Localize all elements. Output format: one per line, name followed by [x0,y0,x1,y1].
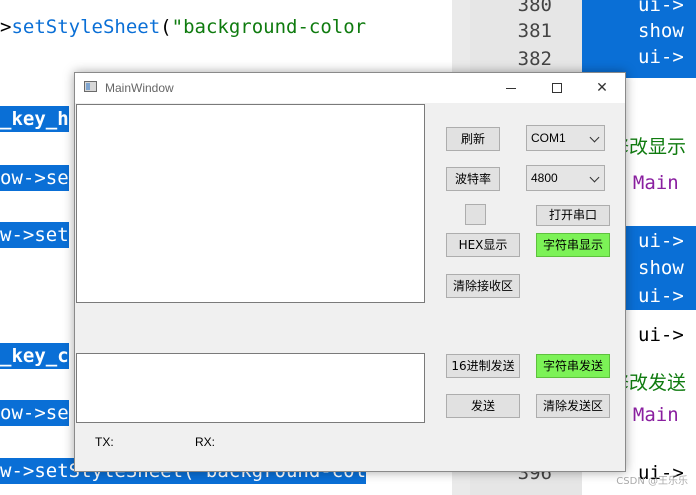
maximize-button[interactable] [534,73,580,103]
hex-send-button[interactable]: 16进制发送 [446,354,520,378]
string-display-button[interactable]: 字符串显示 [536,233,610,257]
code-line: _key_h [0,106,69,132]
line-number: 380 [517,0,552,16]
close-button[interactable]: ✕ [579,73,625,103]
refresh-button[interactable]: 刷新 [446,127,500,151]
code-line: show [638,255,684,281]
tx-label: TX: [95,435,114,449]
code-line: ow->se [0,165,69,191]
code-line: ui-> [638,44,684,70]
receive-text-area[interactable] [76,104,425,303]
code-line: >setStyleSheet("background-color [0,14,366,40]
minimize-icon [506,88,516,89]
clear-send-button[interactable]: 清除发送区 [536,394,610,418]
title-bar[interactable]: MainWindow ✕ [75,73,625,103]
maximize-icon [552,83,562,93]
indicator-button[interactable] [465,204,486,225]
string-send-button[interactable]: 字符串发送 [536,354,610,378]
code-line: show [638,18,684,44]
port-select[interactable]: COM1 [526,125,605,151]
code-function: setStyleSheet [11,16,161,38]
code-text: ( [160,16,172,38]
close-icon: ✕ [596,80,608,96]
open-port-button[interactable]: 打开串口 [536,205,610,226]
app-window-icon [84,81,97,92]
line-number: 381 [517,20,552,42]
window-title: MainWindow [105,81,174,95]
code-text: > [0,16,12,38]
code-line: ui-> [638,0,684,18]
line-number: 382 [517,48,552,70]
code-line: w->set [0,222,69,248]
baud-rate-button[interactable]: 波特率 [446,167,500,191]
code-string: "background-color [171,16,367,38]
code-line: ui-> [638,283,684,309]
hex-display-button[interactable]: HEX显示 [446,233,520,257]
port-select-value: COM1 [531,131,566,145]
send-button[interactable]: 发送 [446,394,520,418]
minimize-button[interactable] [488,73,534,103]
code-line: ui-> [638,324,684,346]
baud-rate-select[interactable]: 4800 [526,165,605,191]
code-line: ow->se [0,400,69,426]
code-line: ui-> [638,228,684,254]
send-text-area[interactable] [76,353,425,423]
watermark: CSDN @王乐乐 [616,476,688,487]
clear-receive-button[interactable]: 清除接收区 [446,274,520,298]
chevron-down-icon [589,172,600,183]
rx-label: RX: [195,435,216,449]
chevron-down-icon [589,132,600,143]
baud-rate-value: 4800 [531,171,558,185]
main-window: MainWindow ✕ 刷新 COM1 波特率 4800 打开串口 HEX显示… [74,72,626,472]
code-line: _key_c [0,343,69,369]
